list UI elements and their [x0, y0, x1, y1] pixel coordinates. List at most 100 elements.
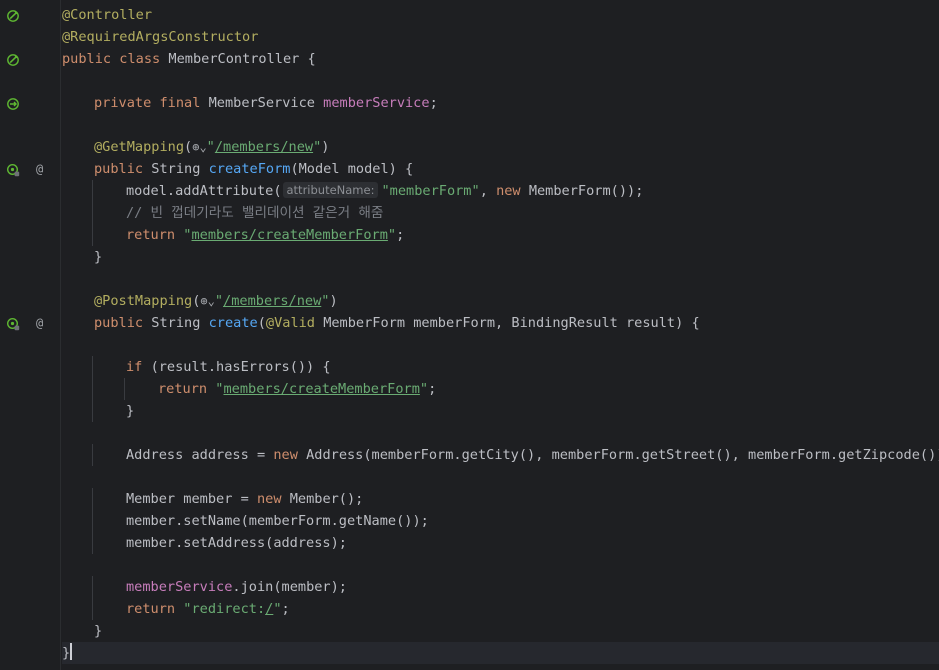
annotation: @PostMapping: [94, 293, 193, 309]
code-text: (: [257, 315, 266, 331]
string-literal: ": [273, 601, 282, 617]
mapping-annotation-icon[interactable]: @: [36, 162, 43, 176]
indent-guide: [92, 202, 93, 224]
spring-injection-icon[interactable]: [6, 96, 20, 110]
code-line[interactable]: model.addAttribute(attributeName: "member…: [62, 180, 939, 202]
spring-request-mapping-icon[interactable]: [6, 316, 20, 331]
string-literal: ": [387, 227, 397, 243]
code-text: ): [321, 139, 330, 155]
keyword: if: [126, 359, 151, 375]
keyword: return: [158, 381, 216, 397]
code-line[interactable]: }: [62, 246, 939, 268]
code-text: MemberController {: [168, 51, 316, 67]
indent-guide: [92, 224, 93, 246]
code-line[interactable]: @RequiredArgsConstructor: [62, 26, 939, 48]
code-text: String: [151, 315, 209, 331]
code-line[interactable]: Member member = new Member();: [62, 488, 939, 510]
code-line[interactable]: return "members/createMemberForm";: [62, 378, 939, 400]
code-line-current[interactable]: }: [62, 642, 939, 664]
code-line[interactable]: public class MemberController {: [62, 48, 939, 70]
code-text: (: [184, 139, 193, 155]
string-literal: ": [214, 293, 224, 309]
code-text: ;: [428, 381, 437, 397]
code-text: }: [126, 403, 135, 419]
code-line[interactable]: [62, 268, 939, 290]
code-line[interactable]: [62, 422, 939, 444]
code-line[interactable]: private final MemberService memberServic…: [62, 92, 939, 114]
keyword: return: [126, 601, 184, 617]
code-line[interactable]: @Controller: [62, 4, 939, 26]
code-line[interactable]: @PostMapping(⊕⌄"/members/new"): [62, 290, 939, 312]
code-line[interactable]: [62, 554, 939, 576]
keyword: private final: [94, 95, 209, 111]
field-ref: memberService: [126, 579, 233, 595]
code-line[interactable]: Address address = new Address(memberForm…: [62, 444, 939, 466]
annotation: @RequiredArgsConstructor: [62, 29, 259, 45]
spring-bean-icon[interactable]: [6, 52, 20, 66]
parameter-name-hint: attributeName:: [282, 182, 379, 198]
code-text: Address address =: [126, 447, 274, 463]
code-line[interactable]: return "members/createMemberForm";: [62, 224, 939, 246]
code-line[interactable]: memberService.join(member);: [62, 576, 939, 598]
code-line[interactable]: return "redirect:/";: [62, 598, 939, 620]
keyword: new: [256, 491, 290, 507]
code-line[interactable]: [62, 334, 939, 356]
code-text: Member member =: [126, 491, 257, 507]
code-editor[interactable]: @Controller @RequiredArgsConstructor publi…: [62, 4, 939, 664]
indent-guide: [92, 400, 93, 422]
indent-guide: [92, 576, 93, 598]
web-endpoint-icon[interactable]: ⊕⌄: [200, 294, 214, 308]
code-line[interactable]: member.setName(memberForm.getName());: [62, 510, 939, 532]
string-literal: "memberForm": [381, 183, 480, 199]
code-text: member.setAddress(address);: [126, 535, 347, 551]
spring-bean-icon[interactable]: [6, 8, 20, 22]
code-text: ;: [281, 601, 290, 617]
code-line[interactable]: }: [62, 620, 939, 642]
keyword: public class: [62, 51, 169, 67]
indent-guide: [92, 510, 93, 532]
code-text: }: [94, 249, 103, 265]
code-line[interactable]: [62, 466, 939, 488]
code-text: MemberService: [208, 95, 324, 111]
code-text: }: [94, 623, 103, 639]
keyword: public: [94, 315, 152, 331]
code-text: member.setName(memberForm.getName());: [126, 513, 429, 529]
string-literal-link[interactable]: members/createMemberForm: [191, 227, 387, 243]
code-text: ): [329, 293, 338, 309]
code-line[interactable]: public String create(@Valid MemberForm m…: [62, 312, 939, 334]
code-line[interactable]: [62, 70, 939, 92]
keyword: return: [126, 227, 184, 243]
comment: // 빈 껍데기라도 밸리데이션 같은거 해줌: [126, 205, 384, 221]
string-literal-link[interactable]: /members/new: [215, 139, 313, 155]
code-line[interactable]: if (result.hasErrors()) {: [62, 356, 939, 378]
code-text: ;: [429, 95, 438, 111]
string-literal-link[interactable]: members/createMemberForm: [223, 381, 419, 397]
method-name: createForm: [208, 161, 291, 177]
text-caret: [70, 643, 72, 660]
method-name: create: [208, 315, 258, 331]
spring-request-mapping-icon[interactable]: [6, 162, 20, 177]
string-literal: ": [206, 139, 215, 155]
code-text: MemberForm memberForm, BindingResult res…: [323, 315, 700, 331]
code-text: ;: [396, 227, 405, 243]
code-text: String: [151, 161, 209, 177]
mapping-annotation-icon[interactable]: @: [36, 316, 43, 330]
code-text: Address(memberForm.getCity(), memberForm…: [306, 447, 939, 463]
code-line[interactable]: // 빈 껍데기라도 밸리데이션 같은거 해줌: [62, 202, 939, 224]
keyword: new: [496, 183, 529, 199]
indent-guide: [124, 378, 125, 400]
keyword: new: [273, 447, 307, 463]
string-literal-link[interactable]: /members/new: [223, 293, 321, 309]
code-line[interactable]: public String createForm(Model model) {: [62, 158, 939, 180]
code-line[interactable]: member.setAddress(address);: [62, 532, 939, 554]
indent-guide: [92, 356, 93, 378]
code-line[interactable]: }: [62, 400, 939, 422]
code-line[interactable]: @GetMapping(⊕⌄"/members/new"): [62, 136, 939, 158]
gutter-divider: [60, 0, 61, 670]
indent-guide: [92, 444, 93, 466]
editor-gutter[interactable]: @ @: [0, 0, 60, 670]
code-text: (result.hasErrors()) {: [150, 359, 331, 375]
code-line[interactable]: [62, 114, 939, 136]
code-text: (Model model) {: [290, 161, 414, 177]
web-endpoint-icon[interactable]: ⊕⌄: [192, 140, 206, 154]
